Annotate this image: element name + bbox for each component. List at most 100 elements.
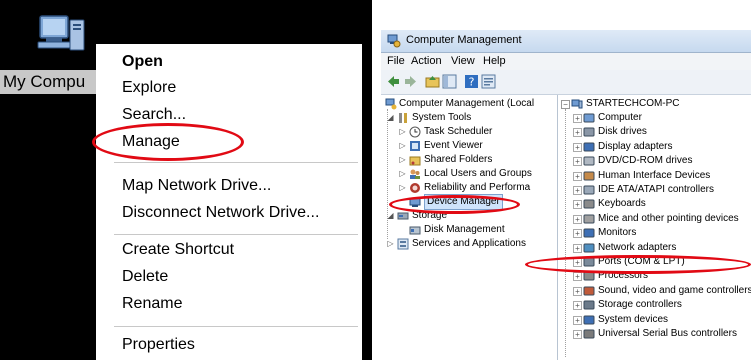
port-icon: [583, 257, 595, 267]
tree-item-services-and-applications[interactable]: ▷ Services and Applications: [387, 237, 557, 251]
menu-view[interactable]: View: [451, 55, 475, 67]
device-manager-icon: [409, 197, 421, 207]
menu-separator: [114, 234, 358, 235]
back-arrow-icon[interactable]: [386, 74, 401, 89]
menu-item-delete[interactable]: Delete: [122, 266, 168, 288]
keyboard-icon: [583, 199, 595, 209]
expand-box-icon[interactable]: +: [573, 243, 582, 253]
expand-arrow-icon[interactable]: ▷: [399, 156, 406, 164]
computer-management-window: Computer Management File Action View Hel…: [381, 30, 751, 360]
tree-item-device-manager[interactable]: Device Manager: [399, 194, 557, 210]
device-category-item[interactable]: + Keyboards: [573, 197, 749, 211]
device-category-item[interactable]: + Monitors: [573, 226, 749, 240]
menu-item-open[interactable]: Open: [122, 51, 163, 73]
help-icon[interactable]: ?: [464, 74, 479, 89]
menu-item-rename[interactable]: Rename: [122, 293, 182, 315]
expand-box-icon[interactable]: +: [573, 186, 582, 195]
tree-item-reliability-and-performance[interactable]: ▷ Reliability and Performa: [399, 181, 557, 195]
expand-box-icon[interactable]: +: [573, 258, 582, 267]
menu-bar: File Action View Help: [381, 53, 751, 70]
expand-box-icon[interactable]: +: [573, 315, 582, 325]
processor-icon: [583, 271, 595, 281]
performance-icon: [410, 183, 420, 193]
device-category-item[interactable]: + Network adapters: [573, 241, 749, 255]
tree-item-local-users-and-groups[interactable]: ▷ Local Users and Groups: [399, 167, 557, 181]
device-category-item[interactable]: + IDE ATA/ATAPI controllers: [573, 183, 749, 197]
device-category-item[interactable]: + Disk drives: [573, 125, 749, 139]
disk-drive-icon: [583, 127, 595, 137]
device-category-item[interactable]: + Human Interface Devices: [573, 169, 749, 183]
usb-icon: [583, 329, 595, 339]
menu-item-properties[interactable]: Properties: [122, 334, 195, 356]
expand-arrow-icon[interactable]: ▷: [399, 128, 406, 136]
expand-box-icon[interactable]: +: [573, 229, 582, 239]
tree-item-storage[interactable]: ◢ Storage: [387, 209, 557, 223]
desktop-panel: My Compu Open Explore Search... Manage M…: [0, 0, 372, 360]
expand-box-icon[interactable]: +: [573, 301, 582, 311]
window-titlebar[interactable]: Computer Management: [381, 30, 751, 53]
collapse-arrow-icon[interactable]: ◢: [387, 114, 394, 122]
expand-box-icon[interactable]: +: [573, 142, 582, 152]
computer-management-icon: [387, 34, 401, 48]
tree-item-shared-folders[interactable]: ▷ Shared Folders: [399, 153, 557, 167]
device-category-item[interactable]: + DVD/CD-ROM drives: [573, 154, 749, 168]
expand-box-icon[interactable]: +: [573, 272, 582, 282]
expand-box-icon[interactable]: +: [573, 128, 582, 138]
device-category-item[interactable]: + Computer: [573, 111, 749, 125]
forward-arrow-icon[interactable]: [403, 74, 418, 89]
display-adapter-icon: [583, 142, 595, 152]
device-category-item[interactable]: + Sound, video and game controllers: [573, 284, 751, 298]
menu-help[interactable]: Help: [483, 55, 506, 67]
tree-guide: [565, 109, 566, 357]
expand-box-icon[interactable]: +: [573, 114, 582, 123]
expand-box-icon[interactable]: +: [573, 200, 582, 210]
tree-item-event-viewer[interactable]: ▷ Event Viewer: [399, 139, 557, 153]
computer-root-icon: [571, 99, 583, 109]
expand-box-icon[interactable]: +: [573, 286, 582, 296]
users-icon: [410, 169, 420, 179]
dvd-icon: [583, 156, 595, 166]
device-category-item[interactable]: + Universal Serial Bus controllers: [573, 327, 749, 341]
collapse-box-icon[interactable]: −: [561, 100, 570, 109]
menu-item-search[interactable]: Search...: [122, 104, 186, 126]
event-viewer-icon: [410, 141, 420, 151]
menu-item-explore[interactable]: Explore: [122, 77, 176, 99]
console-tree-icon[interactable]: [442, 74, 457, 89]
menu-file[interactable]: File: [387, 55, 405, 67]
tree-item-computer-management[interactable]: Computer Management (Local: [383, 97, 557, 111]
expand-box-icon[interactable]: +: [573, 171, 582, 181]
services-icon: [397, 238, 409, 250]
device-category-item[interactable]: + System devices: [573, 313, 749, 327]
device-category-item[interactable]: + Mice and other pointing devices: [573, 212, 749, 226]
menu-item-map-network-drive[interactable]: Map Network Drive...: [122, 175, 271, 197]
menu-item-disconnect-network-drive[interactable]: Disconnect Network Drive...: [122, 202, 319, 224]
expand-arrow-icon[interactable]: ▷: [387, 240, 394, 248]
expand-arrow-icon[interactable]: ▷: [399, 170, 406, 178]
menu-item-manage[interactable]: Manage: [122, 131, 180, 153]
properties-icon[interactable]: [481, 74, 496, 89]
expand-arrow-icon[interactable]: ▷: [399, 184, 406, 192]
expand-box-icon[interactable]: +: [573, 330, 582, 339]
device-category-item[interactable]: + Storage controllers: [573, 298, 749, 312]
expand-box-icon[interactable]: +: [573, 214, 582, 224]
menu-item-create-shortcut[interactable]: Create Shortcut: [122, 239, 234, 261]
expand-arrow-icon[interactable]: ▷: [399, 142, 406, 150]
menu-action[interactable]: Action: [411, 55, 442, 67]
my-computer-icon[interactable]: [32, 14, 90, 66]
tree-item-disk-management[interactable]: Disk Management: [399, 223, 557, 237]
expand-box-icon[interactable]: +: [573, 157, 582, 167]
tree-item-task-scheduler[interactable]: ▷ Task Scheduler: [399, 125, 557, 139]
device-root-node[interactable]: − STARTECHCOM-PC: [561, 97, 751, 111]
tree-item-system-tools[interactable]: ◢ System Tools: [387, 111, 557, 125]
device-category-item[interactable]: + Display adapters: [573, 140, 749, 154]
desktop-icon-label[interactable]: My Compu: [0, 70, 101, 94]
device-list-pane: − STARTECHCOM-PC + Computer + Disk drives + D…: [559, 95, 751, 360]
collapse-arrow-icon[interactable]: ◢: [387, 212, 394, 220]
hid-icon: [583, 171, 595, 181]
up-folder-icon[interactable]: [425, 74, 440, 89]
computer-icon: [583, 113, 595, 123]
device-category-item[interactable]: + Processors: [573, 269, 749, 283]
tools-icon: [399, 113, 407, 123]
device-category-item[interactable]: + Ports (COM & LPT): [573, 255, 749, 269]
network-adapter-icon: [583, 243, 595, 253]
